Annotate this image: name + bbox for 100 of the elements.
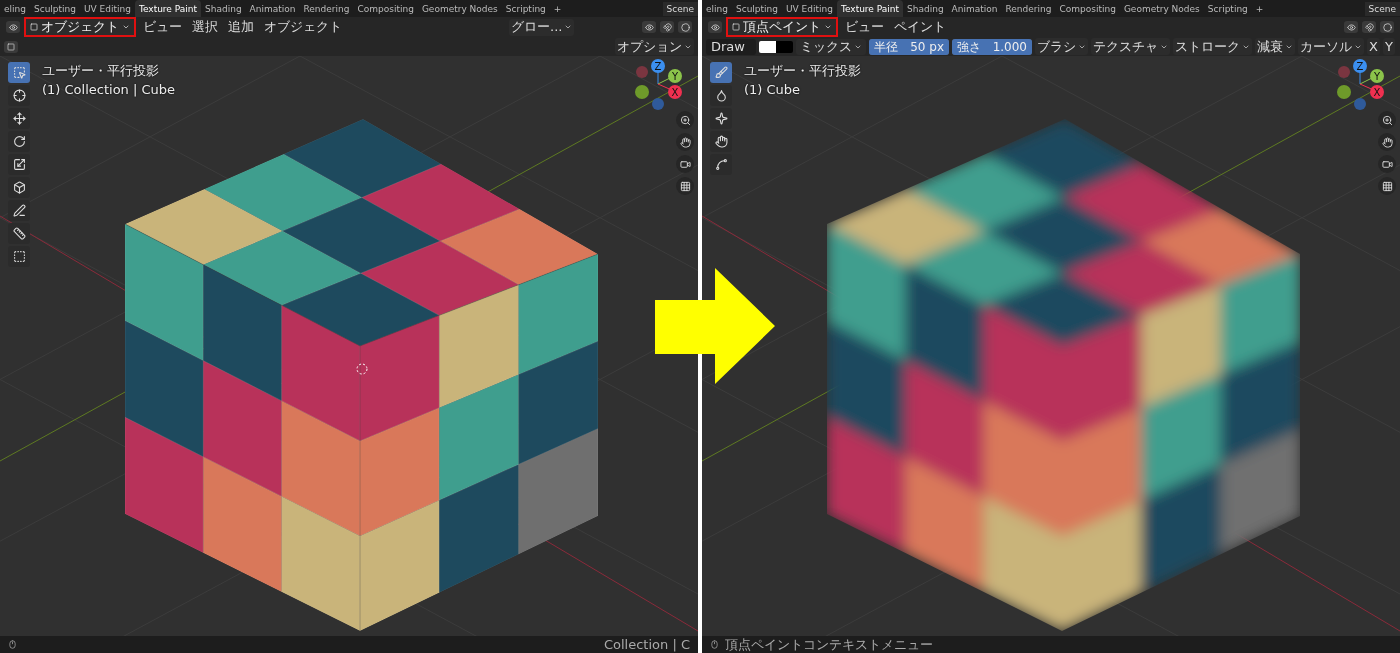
- menu-item[interactable]: ペイント: [891, 18, 949, 36]
- camera-icon[interactable]: [676, 155, 694, 173]
- line-icon: [714, 158, 728, 171]
- workspace-tab[interactable]: Geometry Nodes: [1119, 0, 1204, 17]
- hand-icon[interactable]: [676, 133, 694, 151]
- axis-gizmo[interactable]: Z Y X: [1334, 58, 1392, 114]
- mirror-axis-button[interactable]: Y: [1382, 38, 1395, 55]
- options-dropdown[interactable]: オプション: [615, 38, 694, 55]
- scale-tool[interactable]: [8, 154, 30, 175]
- square-icon: [7, 42, 15, 51]
- settings-dropdown[interactable]: カーソル: [1298, 38, 1364, 55]
- workspace-tab[interactable]: Shading: [201, 0, 246, 17]
- scene-selector[interactable]: Scene: [1364, 1, 1400, 16]
- mode-dropdown[interactable]: 頂点ペイント: [726, 17, 838, 37]
- line-tool[interactable]: [710, 154, 732, 175]
- axis-label: X: [671, 86, 679, 98]
- sparkle-icon: [714, 112, 728, 125]
- workspace-tab[interactable]: Animation: [947, 0, 1002, 17]
- slider-label: 強さ: [957, 38, 981, 55]
- workspace-tab[interactable]: Rendering: [299, 0, 354, 17]
- mirror-axis-button[interactable]: X: [1367, 38, 1380, 55]
- scale-icon: [12, 158, 26, 171]
- workspace-tab[interactable]: eling: [702, 0, 732, 17]
- slider-label: 半径: [874, 38, 898, 55]
- visibility-button[interactable]: [1344, 21, 1358, 33]
- add-workspace-button[interactable]: +: [549, 0, 566, 17]
- add-cube-tool[interactable]: [8, 246, 30, 267]
- value-slider[interactable]: 強さ 1.000: [952, 38, 1032, 55]
- hand-icon[interactable]: [1378, 133, 1396, 151]
- cube-tool[interactable]: [8, 177, 30, 198]
- blend-dropdown[interactable]: ミックス: [796, 38, 866, 55]
- sparkle-tool[interactable]: [710, 108, 732, 129]
- slider-value: 1.000: [992, 38, 1027, 55]
- eye-icon: [710, 22, 720, 32]
- scene-selector[interactable]: Scene: [662, 1, 698, 16]
- workspace-tab[interactable]: Animation: [245, 0, 300, 17]
- chevron-down-icon: [564, 23, 573, 31]
- axis-label: Y: [1373, 70, 1381, 82]
- camera-icon[interactable]: [1378, 155, 1396, 173]
- ruler-icon: [12, 227, 26, 240]
- move-tool[interactable]: [8, 108, 30, 129]
- eye-icon: [8, 22, 18, 32]
- rotate-tool[interactable]: [8, 131, 30, 152]
- menu-item[interactable]: 選択: [189, 18, 221, 36]
- grid-icon[interactable]: [676, 177, 694, 195]
- snap-button[interactable]: [1362, 21, 1376, 33]
- eye-icon: [1346, 22, 1356, 32]
- cursor-icon: [356, 363, 368, 375]
- snap-button[interactable]: [660, 21, 674, 33]
- editor-type-button[interactable]: [708, 21, 722, 33]
- axis-gizmo[interactable]: Z Y X: [632, 58, 690, 114]
- menu-item[interactable]: 追加: [225, 18, 257, 36]
- shading-button[interactable]: [1380, 21, 1394, 33]
- select-mode-button[interactable]: [4, 40, 18, 53]
- droplet-tool[interactable]: [710, 85, 732, 106]
- workspace-tab[interactable]: Scripting: [501, 0, 550, 17]
- workspace-tab[interactable]: Compositing: [353, 0, 418, 17]
- hand-tool[interactable]: [710, 131, 732, 152]
- settings-dropdown[interactable]: ブラシ: [1035, 38, 1088, 55]
- workspace-tab[interactable]: Texture Paint: [836, 0, 904, 17]
- workspace-tab[interactable]: Sculpting: [731, 0, 782, 17]
- workspace-tab[interactable]: Geometry Nodes: [417, 0, 502, 17]
- crosshair-tool[interactable]: [8, 85, 30, 106]
- pen-icon: [12, 204, 26, 217]
- workspace-tab[interactable]: eling: [0, 0, 30, 17]
- color-swatch[interactable]: [759, 40, 793, 53]
- menu-item[interactable]: オブジェクト: [261, 18, 345, 36]
- mode-dropdown[interactable]: オブジェクト: [24, 17, 136, 37]
- brush-field[interactable]: Draw: [706, 38, 756, 55]
- zoom-icon[interactable]: [676, 111, 694, 129]
- add-cube-icon: [12, 250, 26, 263]
- visibility-button[interactable]: [642, 21, 656, 33]
- workspace-tab[interactable]: Sculpting: [29, 0, 80, 17]
- value-slider[interactable]: 半径 50 px: [869, 38, 949, 55]
- select-box-tool[interactable]: [8, 62, 30, 83]
- add-workspace-button[interactable]: +: [1251, 0, 1268, 17]
- workspace-tab[interactable]: Rendering: [1001, 0, 1056, 17]
- pen-tool[interactable]: [8, 200, 30, 221]
- mouse-icon: [8, 640, 17, 649]
- settings-dropdown[interactable]: ストローク: [1173, 38, 1252, 55]
- workspace-tab[interactable]: Shading: [903, 0, 948, 17]
- brush-tool[interactable]: [710, 62, 732, 83]
- editor-type-button[interactable]: [6, 21, 20, 33]
- status-text: Collection | C: [603, 637, 690, 652]
- workspace-tab[interactable]: UV Editing: [80, 0, 135, 17]
- workspace-tab[interactable]: Compositing: [1055, 0, 1120, 17]
- mouse-icon: [710, 640, 719, 649]
- orientation-dropdown[interactable]: グロー...: [509, 18, 575, 36]
- workspace-tab[interactable]: UV Editing: [782, 0, 837, 17]
- workspace-tab[interactable]: Texture Paint: [134, 0, 202, 17]
- workspace-tab[interactable]: Scripting: [1203, 0, 1252, 17]
- settings-dropdown[interactable]: 減衰: [1255, 38, 1295, 55]
- menu-item[interactable]: ビュー: [140, 18, 185, 36]
- grid-icon[interactable]: [1378, 177, 1396, 195]
- viewport-info: ユーザー・平行投影: [42, 62, 160, 80]
- zoom-icon[interactable]: [1378, 111, 1396, 129]
- menu-item[interactable]: ビュー: [842, 18, 887, 36]
- settings-dropdown[interactable]: テクスチャ: [1091, 38, 1170, 55]
- ruler-tool[interactable]: [8, 223, 30, 244]
- shading-button[interactable]: [678, 21, 692, 33]
